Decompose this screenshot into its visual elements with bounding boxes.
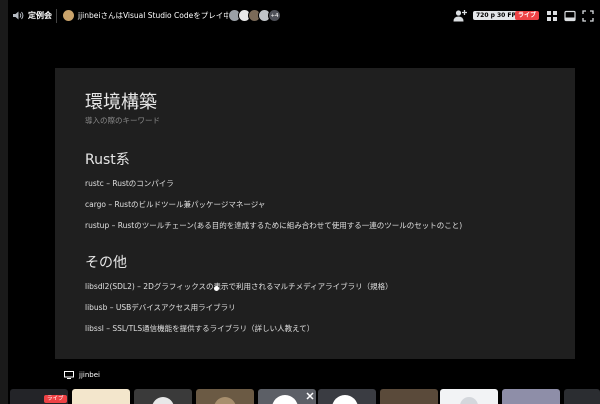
close-icon[interactable] bbox=[305, 391, 315, 401]
viewer-avatars[interactable]: +4 bbox=[228, 9, 281, 22]
screen-share-icon bbox=[64, 371, 74, 379]
participant-tile[interactable] bbox=[196, 389, 254, 404]
participant-avatar bbox=[460, 397, 478, 404]
slide-subtitle: 導入の際のキーワード bbox=[85, 116, 160, 125]
channel-name[interactable]: 定例会 bbox=[28, 10, 52, 21]
participant-avatar bbox=[272, 395, 298, 404]
shared-screen-slide[interactable]: 環境構築 導入の際のキーワード Rust系 rustc – Rustのコンパイラ… bbox=[55, 68, 575, 359]
mouse-cursor bbox=[214, 286, 219, 291]
grid-layout-icon[interactable] bbox=[546, 10, 558, 22]
participant-avatar bbox=[214, 397, 236, 404]
live-badge: ライブ bbox=[515, 11, 540, 20]
list-item: libssl – SSL/TLS通信機能を提供するライブラリ（詳しい人教えて） bbox=[85, 324, 315, 333]
popout-icon[interactable] bbox=[564, 10, 576, 22]
participant-avatar bbox=[152, 397, 174, 404]
stream-activity-title: jjinbeiさんはVisual Studio Codeをプレイ中です bbox=[78, 11, 246, 20]
participant-tile[interactable] bbox=[440, 389, 498, 404]
participant-tile[interactable] bbox=[502, 389, 560, 404]
list-item: cargo – Rustのビルドツール兼パッケージマネージャ bbox=[85, 200, 266, 209]
list-item: rustc – Rustのコンパイラ bbox=[85, 179, 174, 188]
fullscreen-icon[interactable] bbox=[582, 10, 594, 22]
participant-avatar bbox=[332, 395, 358, 404]
header-divider bbox=[56, 9, 57, 23]
streamer-label: jjinbei bbox=[64, 371, 100, 379]
add-friend-icon[interactable] bbox=[453, 9, 467, 22]
list-item: libsdl2(SDL2) – 2Dグラフィックスの表示で利用されるマルチメディ… bbox=[85, 282, 393, 291]
participant-tile[interactable] bbox=[380, 389, 438, 404]
viewers-more-count: +4 bbox=[268, 9, 281, 22]
streamer-name: jjinbei bbox=[79, 371, 100, 379]
list-item: rustup – Rustのツールチェーン(ある目的を達成するために組み合わせて… bbox=[85, 221, 463, 230]
participant-tile[interactable] bbox=[564, 389, 600, 404]
participant-tile[interactable] bbox=[134, 389, 192, 404]
left-edge-strip bbox=[0, 0, 8, 404]
slide-title: 環境構築 bbox=[85, 92, 157, 113]
speaker-icon bbox=[13, 11, 24, 20]
participant-tile[interactable] bbox=[318, 389, 376, 404]
list-item: libusb – USBデバイスアクセス用ライブラリ bbox=[85, 303, 236, 312]
section-heading: Rust系 bbox=[85, 152, 130, 168]
tile-live-badge: ライブ bbox=[44, 395, 67, 403]
streamer-avatar[interactable] bbox=[63, 10, 74, 21]
participant-tile[interactable] bbox=[72, 389, 130, 404]
section-heading: その他 bbox=[85, 255, 127, 271]
